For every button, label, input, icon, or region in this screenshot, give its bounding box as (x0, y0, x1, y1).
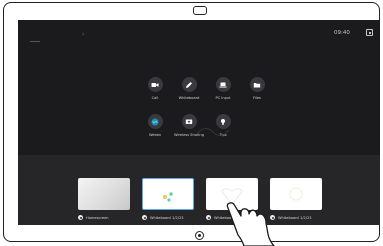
home-icon (78, 215, 83, 220)
thumb-label-text: Whiteboard 1/2/23 (150, 215, 184, 220)
pencil-small-icon (142, 215, 147, 220)
bottom-tray: Homescreen Whiteboard 1/2/23 Whiteboard … (18, 155, 380, 225)
folder-icon (249, 77, 265, 92)
thumbnail-homescreen[interactable] (78, 178, 130, 210)
whiteboard-doodle (163, 192, 173, 202)
laptop-icon (215, 77, 231, 92)
whiteboard-sketch-ghost (196, 128, 230, 136)
thumb-label: Homescreen (78, 215, 109, 220)
pencil-icon (181, 77, 197, 92)
app-files[interactable]: Files (234, 77, 280, 100)
pointing-hand-icon (226, 202, 275, 246)
camera-icon (193, 6, 207, 15)
video-camera-icon (147, 77, 163, 92)
clock: 09:40 (334, 30, 350, 36)
menu-icon[interactable] (30, 41, 40, 42)
thumb-label: Whiteboard 1/2/23 (142, 215, 184, 220)
home-button[interactable] (195, 231, 204, 240)
top-chevron[interactable]: › (82, 31, 84, 38)
touch-screen: › 09:40 Call Whiteboard PC Input Files W… (18, 20, 380, 225)
pencil-small-icon (206, 215, 211, 220)
thumb-label-text: Whiteboard 1/2/23 (278, 215, 312, 220)
thumb-label-text: Homescreen (86, 215, 109, 220)
app-label: Files (253, 96, 261, 100)
thumbnail-whiteboard-1[interactable] (142, 178, 194, 210)
status-icon[interactable] (366, 29, 373, 36)
webex-icon (147, 114, 163, 129)
